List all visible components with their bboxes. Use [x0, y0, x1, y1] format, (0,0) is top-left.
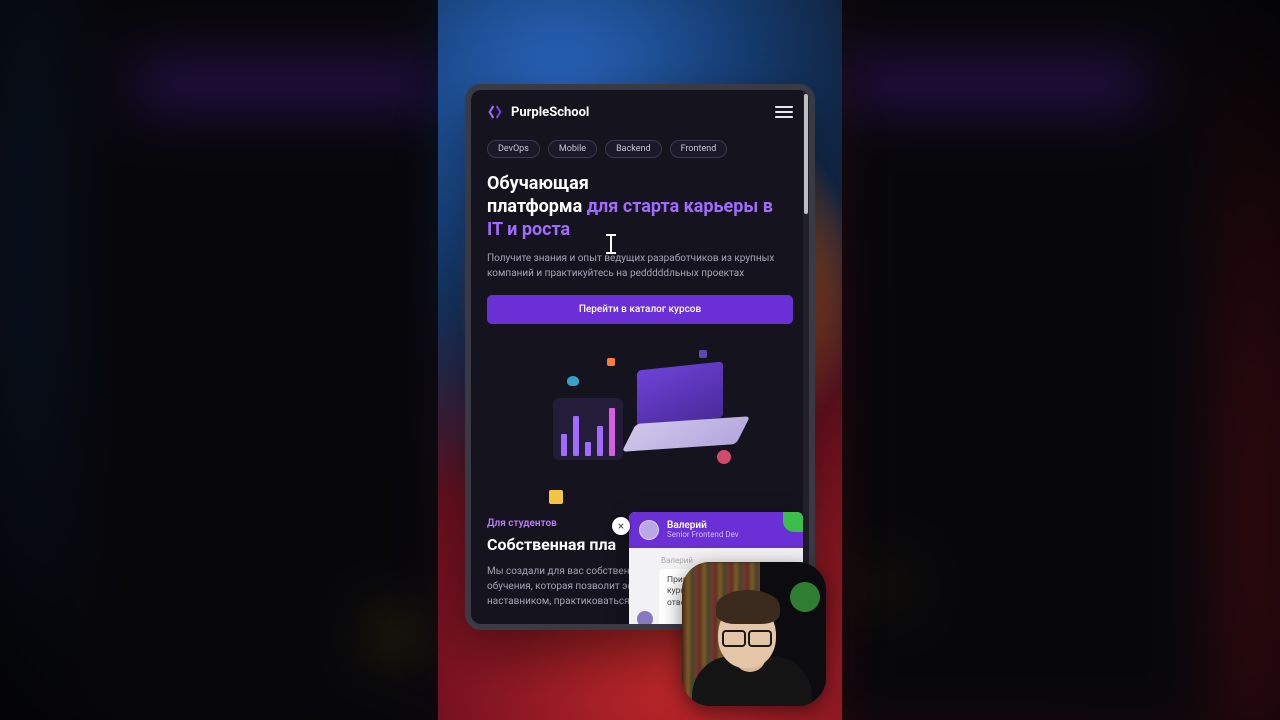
brand-name: PurpleSchool — [511, 105, 589, 120]
hero-illustration — [471, 342, 809, 512]
chat-close-button[interactable]: × — [612, 517, 630, 535]
menu-button[interactable] — [775, 106, 793, 118]
hero-title-line1: Обучающая — [487, 173, 589, 194]
top-bar: PurpleSchool — [471, 90, 809, 130]
mobile-device-frame: PurpleSchool DevOps Mobile Backend Front… — [465, 84, 815, 630]
chat-avatar — [639, 520, 659, 540]
tag-frontend[interactable]: Frontend — [670, 140, 728, 158]
hero-title: Обучающая платформа для старта карьеры в… — [487, 172, 793, 241]
decor-orange-dot — [607, 358, 615, 366]
tag-row: DevOps Mobile Backend Frontend — [471, 130, 809, 172]
tag-devops[interactable]: DevOps — [487, 140, 540, 158]
decor-js-icon — [549, 490, 563, 504]
section-body: Мы создали для вас собственную обучения,… — [487, 564, 652, 609]
decor-red-circle — [717, 450, 731, 464]
mobile-screen: PurpleSchool DevOps Mobile Backend Front… — [471, 90, 809, 624]
message-avatar — [637, 611, 653, 624]
bar-chart-illustration — [553, 398, 623, 460]
decor-purple-dot — [699, 350, 707, 358]
tag-backend[interactable]: Backend — [605, 140, 662, 158]
chat-agent-role: Senior Frontend Dev — [667, 531, 739, 540]
hero-subtitle: Получите знания и опыт ведущих разработч… — [487, 251, 793, 281]
hero-title-line2-plain: платформа — [487, 196, 587, 217]
chat-header: Валерий Senior Frontend Dev — [629, 512, 803, 548]
cta-button[interactable]: Перейти в каталог курсов — [487, 295, 793, 324]
decor-cloud-icon — [567, 376, 579, 386]
brand-logo-icon — [487, 104, 503, 120]
tag-mobile[interactable]: Mobile — [548, 140, 597, 158]
hero: Обучающая платформа для старта карьеры в… — [471, 172, 809, 281]
presenter-webcam — [682, 562, 826, 706]
brand[interactable]: PurpleSchool — [487, 104, 589, 120]
laptop-illustration — [631, 366, 741, 456]
